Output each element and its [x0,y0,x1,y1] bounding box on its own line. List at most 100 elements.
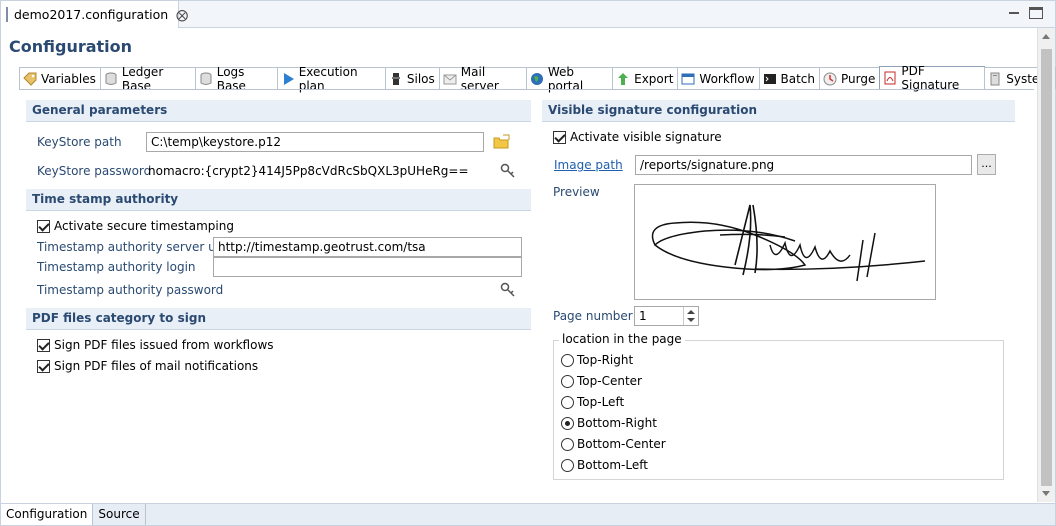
tab-configuration[interactable]: Configuration [1,504,94,525]
database-icon [104,72,118,86]
tab-label: Silos [406,71,435,86]
folder-open-icon[interactable] [493,134,510,150]
bottom-tab-bar: Configuration Source [1,503,1055,525]
sign-workflows-checkbox[interactable]: Sign PDF files issued from workflows [37,338,274,352]
tsa-login-input[interactable] [213,257,522,277]
tag-icon [23,72,37,86]
radio-label: Top-Right [577,353,634,367]
radio-label: Top-Left [577,395,625,409]
tab-silos[interactable]: Silos [384,67,440,89]
radio-circle[interactable] [561,437,574,451]
tab-label: Purge [841,71,876,86]
sign-mail-notifications-checkbox[interactable]: Sign PDF files of mail notifications [37,359,258,373]
key-icon[interactable] [500,163,516,179]
radio-label: Bottom-Center [577,437,666,451]
radio-bottom-left[interactable]: Bottom-Left [561,458,648,472]
purge-icon [823,72,837,86]
activate-visible-signature-checkbox[interactable]: Activate visible signature [553,130,722,144]
radio-circle[interactable] [561,374,574,388]
keystore-path-label: KeyStore path [37,135,122,149]
spinner-down-icon[interactable] [687,318,695,322]
globe-icon [530,72,544,86]
config-tab-bar: Variables Ledger Base Logs Base Executio… [19,64,1056,93]
radio-label: Bottom-Right [577,416,657,430]
checkbox-box[interactable] [37,219,50,233]
editor-window: demo2017.configuration ⨂ Configuration V… [0,0,1056,526]
tab-batch[interactable]: Batch [758,67,821,89]
keystore-password-value: nomacro:{crypt2}414J5Pp8cVdRcSbQXL3pUHeR… [148,164,469,178]
radio-circle[interactable] [561,416,574,430]
tab-ledger-base[interactable]: Ledger Base [99,65,196,93]
tsa-url-input[interactable]: http://timestamp.geotrust.com/tsa [213,237,522,257]
spinner-up-icon[interactable] [687,310,695,314]
page-number-value: 1 [639,309,647,323]
play-icon [281,72,295,86]
tab-label: Variables [41,71,96,86]
radio-top-right[interactable]: Top-Right [561,353,633,367]
checkbox-box[interactable] [37,359,50,373]
radio-top-left[interactable]: Top-Left [561,395,624,409]
section-visible-signature: Visible signature configuration [542,100,1015,122]
vertical-scrollbar[interactable] [1037,28,1055,502]
radio-bottom-center[interactable]: Bottom-Center [561,437,666,451]
pdf-icon [883,71,897,85]
export-icon [616,72,630,86]
tab-label: Batch [780,71,816,86]
tab-export[interactable]: Export [612,67,679,89]
tsa-url-label: Timestamp authority server url [37,240,224,254]
tab-label: Workflow [699,71,755,86]
silo-icon [389,72,403,86]
keystore-password-label: KeyStore password [37,164,152,178]
tab-web-portal[interactable]: Web portal [525,65,614,93]
tab-workflow[interactable]: Workflow [677,67,760,89]
location-group-title: location in the page [559,332,685,346]
checkbox-box[interactable] [37,338,50,352]
section-general-parameters: General parameters [26,100,531,122]
spinner-buttons[interactable] [683,307,698,325]
radio-top-center[interactable]: Top-Center [561,374,642,388]
editor-tab-demo2017[interactable]: demo2017.configuration ⨂ [1,1,188,28]
tab-pdf-signature[interactable]: PDF Signature [879,64,986,92]
radio-label: Top-Center [577,374,642,388]
tab-purge[interactable]: Purge [819,67,881,89]
editor-tab-title: demo2017.configuration [14,7,169,22]
image-path-input[interactable]: /reports/signature.png [635,155,972,175]
configuration-file-icon [6,7,8,22]
tab-execution-plan[interactable]: Execution plan [276,65,386,93]
radio-circle[interactable] [561,353,574,367]
tsa-password-label: Timestamp authority password [37,283,224,297]
radio-bottom-right[interactable]: Bottom-Right [561,416,657,430]
radio-circle[interactable] [561,458,574,472]
signature-preview [634,184,936,300]
terminal-icon [763,72,777,86]
scrollbar-thumb[interactable] [1041,49,1052,486]
signature-image [651,204,926,282]
tab-underline [19,89,1034,90]
tab-logs-base[interactable]: Logs Base [194,65,278,93]
scroll-up-icon[interactable] [1042,34,1050,39]
system-icon [988,72,1002,86]
page-number-label: Page number [553,309,633,323]
tab-source[interactable]: Source [93,504,146,525]
checkbox-label: Activate visible signature [570,130,722,144]
checkbox-label: Sign PDF files of mail notifications [54,359,259,373]
tab-variables[interactable]: Variables [19,67,101,89]
maximize-icon[interactable] [1029,7,1043,19]
activate-timestamping-checkbox[interactable]: Activate secure timestamping [37,219,234,233]
minimize-icon[interactable] [1007,7,1021,19]
image-path-link[interactable]: Image path [554,158,623,172]
tab-mail-server[interactable]: Mail server [438,65,527,93]
close-icon[interactable]: ⨂ [176,8,188,22]
checkbox-label: Activate secure timestamping [54,219,234,233]
radio-circle[interactable] [561,395,574,409]
radio-label: Bottom-Left [577,458,648,472]
keystore-path-input[interactable]: C:\temp\keystore.p12 [146,132,484,152]
preview-label: Preview [553,185,600,199]
page-title: Configuration [9,37,133,56]
browse-button[interactable]: ... [977,154,996,175]
mail-icon [443,72,457,86]
tab-label: Export [634,71,674,86]
scroll-down-icon[interactable] [1042,491,1050,496]
key-icon[interactable] [500,282,516,298]
checkbox-box[interactable] [553,130,566,144]
